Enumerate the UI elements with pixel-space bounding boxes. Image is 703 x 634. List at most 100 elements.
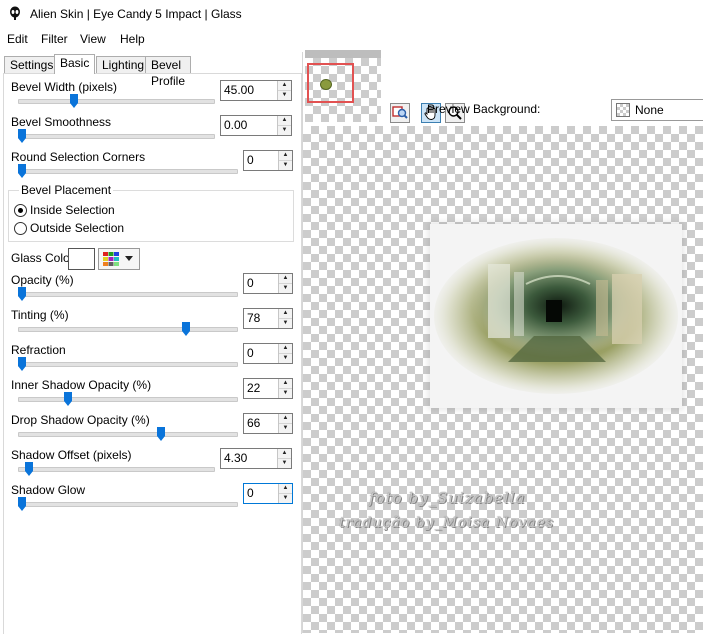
shadow-offset-down-button[interactable]: ▼ xyxy=(278,459,291,468)
bevel-smoothness-track[interactable] xyxy=(18,134,215,139)
watermark-line1: foto by_Suizabella xyxy=(369,489,526,507)
bevel-placement-legend: Bevel Placement xyxy=(19,183,114,197)
bevel-width-spin-buttons: ▲ ▼ xyxy=(277,81,291,100)
inner-shadow-opacity-track[interactable] xyxy=(18,397,238,402)
drop-shadow-opacity-down-button[interactable]: ▼ xyxy=(279,424,292,433)
tab-lighting[interactable]: Lighting xyxy=(96,56,151,73)
shadow-offset-value: 4.30 xyxy=(224,451,248,465)
bevel-width-up-button[interactable]: ▲ xyxy=(278,81,291,91)
drop-shadow-opacity-slider-thumb[interactable] xyxy=(156,427,165,441)
shadow-glow-label: Shadow Glow xyxy=(11,483,86,497)
tab-settings[interactable]: Settings xyxy=(4,56,60,73)
shadow-glow-slider-thumb[interactable] xyxy=(18,497,26,511)
opacity-up-button[interactable]: ▲ xyxy=(279,274,292,284)
round-corners-down-button[interactable]: ▼ xyxy=(279,161,292,170)
bevel-width-slider-thumb[interactable] xyxy=(70,94,79,108)
bevel-width-track[interactable] xyxy=(18,99,215,104)
round-corners-spin-buttons: ▲ ▼ xyxy=(278,151,292,170)
outside-selection-label: Outside Selection xyxy=(30,221,125,235)
inner-shadow-opacity-spinbox[interactable]: 22 ▲ ▼ xyxy=(243,378,293,399)
shadow-offset-up-button[interactable]: ▲ xyxy=(278,449,291,459)
round-corners-slider-thumb[interactable] xyxy=(18,164,26,178)
bevel-smoothness-up-button[interactable]: ▲ xyxy=(278,116,291,126)
opacity-track[interactable] xyxy=(18,292,238,297)
drop-shadow-opacity-label: Drop Shadow Opacity (%) xyxy=(11,413,150,427)
bevel-smoothness-slider-thumb[interactable] xyxy=(18,129,26,143)
glass-color-swatch[interactable] xyxy=(68,248,95,270)
zoom-preview-button[interactable] xyxy=(390,103,410,123)
tab-basic[interactable]: Basic xyxy=(54,54,96,74)
shadow-offset-track[interactable] xyxy=(18,467,215,472)
round-corners-track[interactable] xyxy=(18,169,238,174)
chevron-down-icon xyxy=(125,256,133,261)
preview-image xyxy=(430,224,682,408)
inner-shadow-opacity-spin-buttons: ▲ ▼ xyxy=(278,379,292,398)
refraction-slider-thumb[interactable] xyxy=(18,357,26,371)
opacity-spin-buttons: ▲ ▼ xyxy=(278,274,292,293)
navigator-view-rect[interactable] xyxy=(307,63,354,103)
tinting-spin-buttons: ▲ ▼ xyxy=(278,309,292,328)
menu-view[interactable]: View xyxy=(80,32,106,46)
refraction-track[interactable] xyxy=(18,362,238,367)
menu-help[interactable]: Help xyxy=(120,32,145,46)
preview-canvas[interactable]: foto by_Suizabella tradução by_Moisa Nov… xyxy=(303,126,703,633)
opacity-down-button[interactable]: ▼ xyxy=(279,284,292,293)
shadow-glow-spinbox[interactable]: 0 ▲ ▼ xyxy=(243,483,293,504)
glass-color-picker-button[interactable] xyxy=(98,248,140,270)
inside-selection-radio[interactable] xyxy=(14,204,27,217)
shadow-glow-value: 0 xyxy=(247,486,254,500)
watermark-line2: tradução by_Moisa Novaes xyxy=(339,515,555,531)
bevel-smoothness-spinbox[interactable]: 0.00 ▲ ▼ xyxy=(220,115,292,136)
shadow-offset-slider-thumb[interactable] xyxy=(25,462,34,476)
menu-filter[interactable]: Filter xyxy=(41,32,68,46)
menu-edit[interactable]: Edit xyxy=(7,32,28,46)
opacity-label: Opacity (%) xyxy=(11,273,74,287)
tinting-label: Tinting (%) xyxy=(11,308,69,322)
drop-shadow-opacity-spinbox[interactable]: 66 ▲ ▼ xyxy=(243,413,293,434)
color-grid-icon xyxy=(103,252,119,266)
preview-background-swatch xyxy=(616,103,630,117)
outside-selection-radio[interactable] xyxy=(14,222,27,235)
shadow-glow-down-button[interactable]: ▼ xyxy=(279,494,292,503)
shadow-offset-label: Shadow Offset (pixels) xyxy=(11,448,132,462)
preview-background-select[interactable]: None xyxy=(611,99,703,121)
bevel-width-spinbox[interactable]: 45.00 ▲ ▼ xyxy=(220,80,292,101)
drop-shadow-opacity-track[interactable] xyxy=(18,432,238,437)
inner-shadow-opacity-value: 22 xyxy=(247,381,261,395)
tab-bevel-profile[interactable]: Bevel Profile xyxy=(145,56,192,88)
inner-shadow-opacity-slider-thumb[interactable] xyxy=(64,392,73,406)
shadow-glow-spin-buttons: ▲ ▼ xyxy=(278,484,292,503)
tinting-up-button[interactable]: ▲ xyxy=(279,309,292,319)
bevel-width-down-button[interactable]: ▼ xyxy=(278,91,291,100)
inner-shadow-opacity-up-button[interactable]: ▲ xyxy=(279,379,292,389)
title-bar: Alien Skin | Eye Candy 5 Impact | Glass xyxy=(0,0,703,28)
tinting-track[interactable] xyxy=(18,327,238,332)
opacity-spinbox[interactable]: 0 ▲ ▼ xyxy=(243,273,293,294)
shadow-offset-spin-buttons: ▲ ▼ xyxy=(277,449,291,468)
refraction-up-button[interactable]: ▲ xyxy=(279,344,292,354)
inner-shadow-opacity-label: Inner Shadow Opacity (%) xyxy=(11,378,152,392)
shadow-glow-up-button[interactable]: ▲ xyxy=(279,484,292,494)
drop-shadow-opacity-up-button[interactable]: ▲ xyxy=(279,414,292,424)
alien-skin-icon xyxy=(10,6,20,20)
tinting-value: 78 xyxy=(247,311,261,325)
shadow-offset-spinbox[interactable]: 4.30 ▲ ▼ xyxy=(220,448,292,469)
bevel-smoothness-down-button[interactable]: ▼ xyxy=(278,126,291,135)
tinting-down-button[interactable]: ▼ xyxy=(279,319,292,328)
round-corners-spinbox[interactable]: 0 ▲ ▼ xyxy=(243,150,293,171)
tinting-spinbox[interactable]: 78 ▲ ▼ xyxy=(243,308,293,329)
settings-panel: Settings Basic Lighting Bevel Profile Be… xyxy=(0,52,303,634)
bevel-smoothness-spin-buttons: ▲ ▼ xyxy=(277,116,291,135)
refraction-spinbox[interactable]: 0 ▲ ▼ xyxy=(243,343,293,364)
refraction-value: 0 xyxy=(247,346,254,360)
round-corners-label: Round Selection Corners xyxy=(11,150,146,164)
refraction-down-button[interactable]: ▼ xyxy=(279,354,292,363)
preview-background-label: Preview Background: xyxy=(427,102,541,116)
round-corners-up-button[interactable]: ▲ xyxy=(279,151,292,161)
window-title: Alien Skin | Eye Candy 5 Impact | Glass xyxy=(30,7,242,21)
drop-shadow-opacity-spin-buttons: ▲ ▼ xyxy=(278,414,292,433)
inner-shadow-opacity-down-button[interactable]: ▼ xyxy=(279,389,292,398)
tinting-slider-thumb[interactable] xyxy=(181,322,190,336)
shadow-glow-track[interactable] xyxy=(18,502,238,507)
opacity-slider-thumb[interactable] xyxy=(18,287,26,301)
